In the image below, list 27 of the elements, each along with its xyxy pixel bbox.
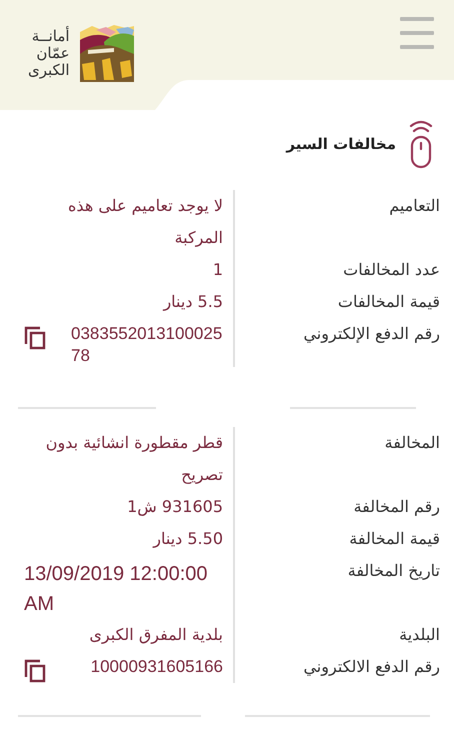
field-value: لا يوجد تعاميم على هذه المركبة <box>67 195 223 249</box>
field-value: بلدية المفرق الكبرى <box>89 624 223 646</box>
field-label: عدد المخالفات <box>233 254 440 286</box>
field-value: 1 <box>212 259 223 281</box>
field-value: 13/09/2019 12:00:00 AM <box>24 562 209 617</box>
copy-icon[interactable] <box>24 659 46 683</box>
page-title: مخالفات السير <box>286 135 396 153</box>
field-value: قطر مقطورة انشائية بدون تصريح <box>44 432 223 486</box>
field-label: رقم المخالفة <box>233 491 440 523</box>
field-label: التعاميم <box>233 190 440 254</box>
logo-text: الكبرى <box>28 62 70 78</box>
field-label: قيمة المخالفة <box>233 523 440 555</box>
field-value: 931605 ش1 <box>127 496 223 518</box>
field-label: المخالفة <box>233 427 440 491</box>
field-label: تاريخ المخالفة <box>233 555 440 619</box>
field-value: 038355201310002578 <box>71 323 223 367</box>
field-value: 5.50 دينار <box>153 528 223 550</box>
field-value: 5.5 دينار <box>163 291 223 313</box>
field-label: البلدية <box>233 619 440 651</box>
field-value: 10000931605166 <box>90 656 223 678</box>
field-label: رقم الدفع الإلكتروني <box>233 318 440 367</box>
mouse-signal-icon <box>408 119 434 169</box>
field-label: رقم الدفع الالكتروني <box>233 651 440 683</box>
logo-text: أمانــة <box>32 28 70 44</box>
copy-icon[interactable] <box>24 326 46 350</box>
logo-text: عمّان <box>36 44 70 62</box>
field-label: قيمة المخالفات <box>233 286 440 318</box>
